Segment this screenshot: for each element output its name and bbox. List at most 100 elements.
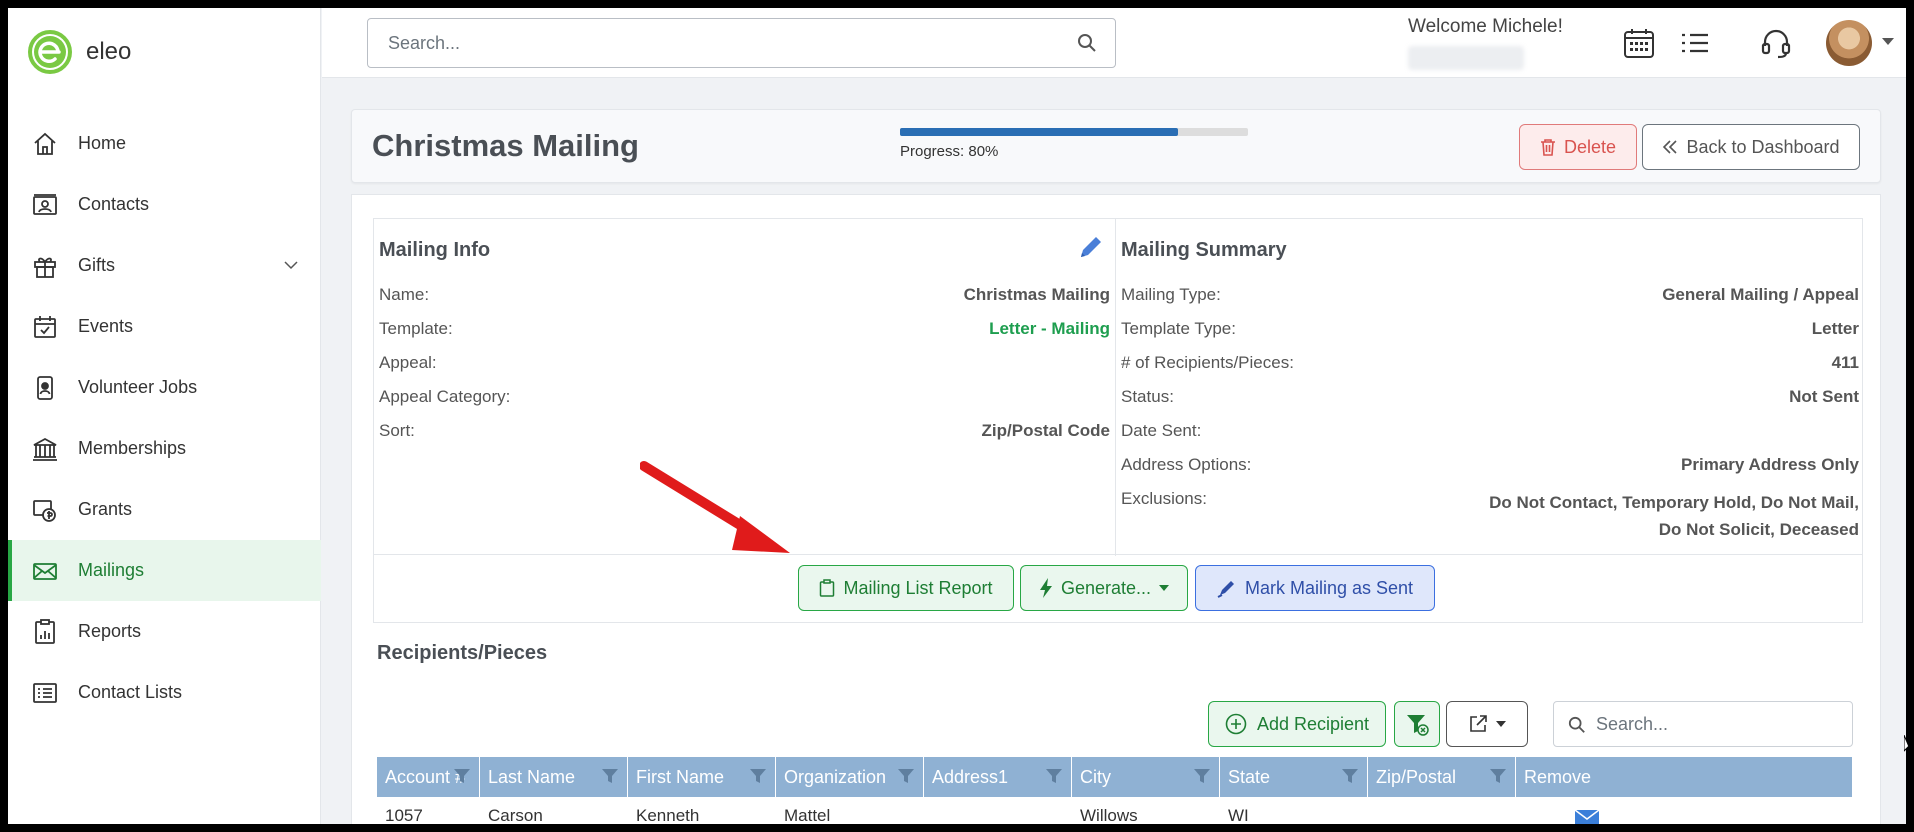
export-icon xyxy=(1470,715,1487,732)
mailing-list-report-button[interactable]: Mailing List Report xyxy=(798,565,1014,611)
summary-row: Template Type: Letter xyxy=(1121,319,1859,339)
page-header: Christmas Mailing Progress: 80% Delete B… xyxy=(351,109,1881,183)
column-label: Address1 xyxy=(932,766,1009,787)
remove-envelope-icon[interactable] xyxy=(1574,806,1602,824)
summary-row: Date Sent: xyxy=(1121,421,1859,441)
delete-label: Delete xyxy=(1563,136,1617,157)
task-list-icon[interactable] xyxy=(1678,26,1712,60)
building-icon xyxy=(30,434,60,464)
summary-value: General Mailing / Appeal xyxy=(1662,285,1859,304)
report-icon xyxy=(30,617,60,647)
info-row: Template: Letter - Mailing xyxy=(379,319,1110,339)
table-search-input[interactable]: Search... xyxy=(1553,701,1853,747)
summary-label: # of Recipients/Pieces: xyxy=(1121,353,1294,372)
chevron-down-icon[interactable] xyxy=(283,257,299,273)
filter-icon[interactable] xyxy=(749,767,767,785)
column-header-state[interactable]: State xyxy=(1220,757,1368,797)
info-label: Appeal Category: xyxy=(379,387,511,406)
summary-value: 411 xyxy=(1831,353,1859,372)
filter-icon[interactable] xyxy=(1193,767,1211,785)
info-row: Appeal Category: xyxy=(379,387,1110,407)
table-search-placeholder: Search... xyxy=(1596,713,1669,734)
export-dropdown-button[interactable] xyxy=(1446,701,1528,747)
info-box: Mailing Info Name: Christmas Mailing Temp… xyxy=(373,218,1864,556)
filter-icon[interactable] xyxy=(897,767,915,785)
recipients-title: Recipients/Pieces xyxy=(377,642,548,664)
gift-icon xyxy=(30,251,60,281)
sidebar-item-gifts[interactable]: Gifts xyxy=(8,235,321,296)
filter-icon[interactable] xyxy=(453,767,471,785)
plus-circle-icon xyxy=(1225,713,1247,735)
filter-icon[interactable] xyxy=(1045,767,1063,785)
summary-value: Not Sent xyxy=(1789,387,1859,406)
sidebar-item-contacts[interactable]: Contacts xyxy=(8,174,321,235)
add-recipient-button[interactable]: Add Recipient xyxy=(1208,701,1386,747)
global-search-input[interactable]: Search... xyxy=(367,18,1116,68)
badge-icon xyxy=(30,373,60,403)
mark-mailing-sent-button[interactable]: Mark Mailing as Sent xyxy=(1195,565,1435,611)
logo[interactable]: eleo xyxy=(28,30,131,74)
column-label: State xyxy=(1228,766,1271,787)
summary-row: Address Options: Primary Address Only xyxy=(1121,455,1859,475)
column-label: Remove xyxy=(1524,766,1592,787)
column-header-city[interactable]: City xyxy=(1072,757,1220,797)
summary-row: Exclusions: Do Not Contact, Temporary Ho… xyxy=(1121,489,1859,543)
calendar-icon[interactable] xyxy=(1622,26,1656,60)
sidebar-item-mailings[interactable]: Mailings xyxy=(8,540,321,601)
sidebar-item-contact-lists[interactable]: Contact Lists xyxy=(8,662,321,723)
info-label: Appeal: xyxy=(379,353,437,372)
summary-label: Address Options: xyxy=(1121,455,1252,474)
column-header-first-name[interactable]: First Name xyxy=(628,757,776,797)
summary-label: Exclusions: xyxy=(1121,489,1207,508)
summary-label: Mailing Type: xyxy=(1121,285,1221,304)
sidebar-item-home[interactable]: Home xyxy=(8,113,321,174)
back-to-dashboard-button[interactable]: Back to Dashboard xyxy=(1642,124,1860,170)
user-avatar[interactable] xyxy=(1826,20,1872,66)
column-header-last-name[interactable]: Last Name xyxy=(480,757,628,797)
sidebar-item-label: Memberships xyxy=(78,438,187,458)
clipboard-icon xyxy=(820,579,835,597)
column-header-remove: Remove xyxy=(1516,757,1652,797)
headset-support-icon[interactable] xyxy=(1759,26,1793,60)
sidebar-item-volunteer-jobs[interactable]: Volunteer Jobs xyxy=(8,357,321,418)
sidebar-item-label: Contacts xyxy=(78,194,150,214)
column-header-organization[interactable]: Organization xyxy=(776,757,924,797)
sidebar-item-label: Contact Lists xyxy=(78,682,183,702)
sidebar-item-label: Reports xyxy=(78,621,142,641)
progress-bar xyxy=(900,128,1248,136)
pencil-edit-icon[interactable] xyxy=(1077,233,1105,261)
template-link[interactable]: Letter - Mailing xyxy=(989,319,1110,339)
generate-dropdown-button[interactable]: Generate... xyxy=(1020,565,1188,611)
clear-filter-button[interactable] xyxy=(1394,701,1440,747)
mailing-summary-section: Mailing Summary Mailing Type: General Mai… xyxy=(1116,219,1864,556)
summary-label: Template Type: xyxy=(1121,319,1236,338)
filter-icon[interactable] xyxy=(601,767,619,785)
info-label: Sort: xyxy=(379,421,415,440)
report-label: Mailing List Report xyxy=(843,577,993,598)
column-header-zip[interactable]: Zip/Postal xyxy=(1368,757,1516,797)
search-icon xyxy=(1568,716,1585,733)
summary-label: Date Sent: xyxy=(1121,421,1202,440)
marker-pen-icon xyxy=(1217,581,1234,598)
column-header-address1[interactable]: Address1 xyxy=(924,757,1072,797)
cell-account: 1057 xyxy=(385,806,423,824)
page-title: Christmas Mailing xyxy=(372,128,639,163)
column-header-account[interactable]: Account # xyxy=(377,757,480,797)
sidebar-item-label: Home xyxy=(78,133,127,153)
delete-button[interactable]: Delete xyxy=(1519,124,1637,170)
progress-label: Progress: 80% xyxy=(900,143,999,160)
filter-icon[interactable] xyxy=(1489,767,1507,785)
user-menu-caret-icon[interactable] xyxy=(1882,38,1894,45)
sidebar-item-grants[interactable]: Grants xyxy=(8,479,321,540)
cell-first-name: Kenneth xyxy=(636,806,700,824)
search-icon[interactable] xyxy=(1077,33,1097,53)
table-row[interactable]: 1057 Carson Kenneth Mattel Willows WI xyxy=(377,797,1852,824)
sidebar-item-reports[interactable]: Reports xyxy=(8,601,321,662)
sidebar-item-events[interactable]: Events xyxy=(8,296,321,357)
summary-label: Status: xyxy=(1121,387,1174,406)
column-label: Zip/Postal xyxy=(1376,766,1457,787)
app-window: eleo Home Contacts Gifts Events Voluntee… xyxy=(8,8,1906,824)
exclusions-line-1: Do Not Contact, Temporary Hold, Do Not M… xyxy=(1489,493,1859,512)
sidebar-item-memberships[interactable]: Memberships xyxy=(8,418,321,479)
filter-icon[interactable] xyxy=(1341,767,1359,785)
